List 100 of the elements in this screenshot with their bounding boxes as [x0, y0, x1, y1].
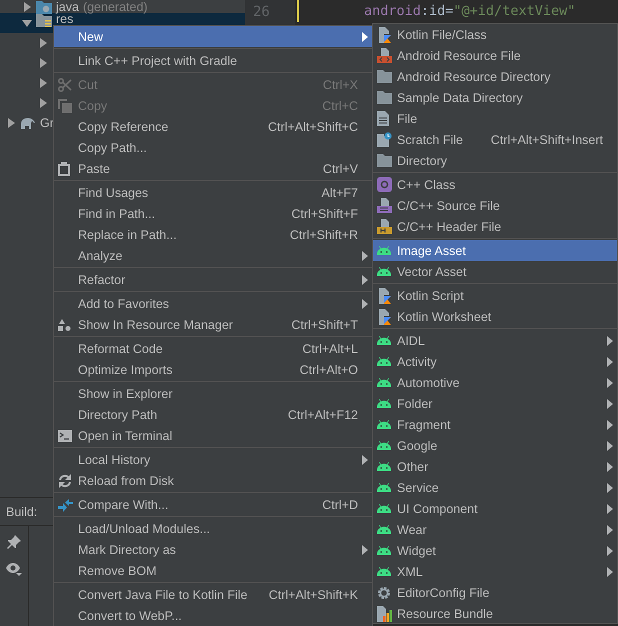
- bar-chart-file-icon: [377, 606, 392, 622]
- menu-item[interactable]: Sample Data Directory: [373, 87, 617, 108]
- menu-item[interactable]: Compare With... Ctrl+D: [54, 494, 372, 515]
- menu-item[interactable]: Kotlin File/Class: [373, 24, 617, 45]
- menu-item[interactable]: C/C++ Header File: [373, 216, 617, 237]
- menu-item[interactable]: Fragment: [373, 414, 617, 435]
- clipboard-icon: [58, 162, 70, 176]
- file-clock-icon: [377, 132, 392, 147]
- menu-item[interactable]: Image Asset: [373, 240, 617, 261]
- android-icon: [377, 462, 391, 471]
- tree-item-label[interactable]: res: [56, 13, 74, 25]
- android-icon: [377, 567, 391, 576]
- submenu-arrow-icon: [607, 524, 613, 534]
- scissors-icon: [58, 78, 72, 92]
- tree-item-note: (generated): [82, 0, 148, 12]
- expand-arrow-icon[interactable]: [38, 38, 48, 48]
- android-icon: [377, 420, 391, 429]
- kotlin-file-icon: [377, 26, 391, 42]
- menu-item[interactable]: Add to Favorites: [54, 293, 372, 314]
- menu-item[interactable]: Optimize Imports Ctrl+Alt+O: [54, 359, 372, 380]
- menu-item[interactable]: Analyze: [54, 245, 372, 266]
- android-icon: [377, 357, 391, 366]
- tree-item-label[interactable]: java: [56, 0, 79, 12]
- submenu-arrow-icon: [607, 566, 613, 576]
- menu-item[interactable]: Widget: [373, 540, 617, 561]
- menu-item[interactable]: Android Resource File: [373, 45, 617, 66]
- menu-item[interactable]: Mark Directory as: [54, 539, 372, 560]
- menu-item[interactable]: Automotive: [373, 372, 617, 393]
- gear-icon: [377, 586, 391, 600]
- menu-item[interactable]: Copy Reference Ctrl+Alt+Shift+C: [54, 116, 372, 137]
- menu-item[interactable]: Remove BOM: [54, 560, 372, 581]
- menu-item[interactable]: Convert to WebP...: [54, 605, 372, 626]
- menu-item[interactable]: Link C++ Project with Gradle: [54, 50, 372, 71]
- menu-item[interactable]: Reformat Code Ctrl+Alt+L: [54, 338, 372, 359]
- menu-item[interactable]: EditorConfig File: [373, 582, 617, 603]
- menu-item[interactable]: Other: [373, 456, 617, 477]
- menu-item[interactable]: Activity: [373, 351, 617, 372]
- android-icon: [377, 483, 391, 492]
- menu-item[interactable]: Folder: [373, 393, 617, 414]
- submenu-arrow-icon: [607, 440, 613, 450]
- folder-icon: [377, 91, 392, 104]
- menu-item[interactable]: Find Usages Alt+F7: [54, 182, 372, 203]
- resource-file-icon: [377, 48, 392, 64]
- submenu-arrow-icon: [362, 454, 368, 464]
- submenu-arrow-icon: [607, 378, 613, 388]
- menu-item[interactable]: XML: [373, 561, 617, 582]
- menu-item[interactable]: Kotlin Worksheet: [373, 306, 617, 327]
- android-icon: [377, 336, 391, 345]
- menu-item[interactable]: UI Component: [373, 498, 617, 519]
- submenu-arrow-icon: [607, 504, 613, 514]
- android-icon: [377, 399, 391, 408]
- menu-item[interactable]: Show In Resource Manager Ctrl+Shift+T: [54, 314, 372, 335]
- menu-item[interactable]: C++ Class: [373, 174, 617, 195]
- android-icon: [377, 267, 391, 276]
- pin-icon[interactable]: [7, 535, 21, 549]
- resource-folder-icon: [36, 13, 52, 27]
- android-icon: [377, 546, 391, 555]
- android-icon: [377, 525, 391, 534]
- menu-item[interactable]: Find in Path... Ctrl+Shift+F: [54, 203, 372, 224]
- menu-item[interactable]: Replace in Path... Ctrl+Shift+R: [54, 224, 372, 245]
- tree-item-label[interactable]: Gr: [40, 116, 54, 130]
- menu-item[interactable]: Directory Path Ctrl+Alt+F12: [54, 404, 372, 425]
- submenu-arrow-icon: [607, 462, 613, 472]
- menu-item[interactable]: Directory: [373, 150, 617, 171]
- menu-item[interactable]: Scratch File Ctrl+Alt+Shift+Insert: [373, 129, 617, 150]
- menu-item[interactable]: Reload from Disk: [54, 470, 372, 491]
- menu-item[interactable]: Open in Terminal: [54, 425, 372, 446]
- submenu-arrow-icon: [362, 544, 368, 554]
- menu-item[interactable]: Show in Explorer: [54, 383, 372, 404]
- menu-item[interactable]: Local History: [54, 449, 372, 470]
- menu-item[interactable]: Google: [373, 435, 617, 456]
- submenu-arrow-icon: [607, 336, 613, 346]
- menu-item[interactable]: Paste Ctrl+V: [54, 158, 372, 179]
- menu-item[interactable]: File: [373, 108, 617, 129]
- submenu-arrow-icon: [607, 546, 613, 556]
- menu-item[interactable]: Copy Path...: [54, 137, 372, 158]
- submenu-arrow-icon: [607, 482, 613, 492]
- header-file-icon: [377, 218, 392, 234]
- menu-item[interactable]: Convert Java File to Kotlin File Ctrl+Alt+Shift+K: [54, 584, 372, 605]
- menu-item[interactable]: Load/Unload Modules...: [54, 518, 372, 539]
- menu-item[interactable]: C/C++ Source File: [373, 195, 617, 216]
- expand-arrow-icon[interactable]: [38, 58, 48, 68]
- elephant-icon: [20, 117, 36, 129]
- expand-arrow-icon[interactable]: [38, 98, 48, 108]
- menu-item[interactable]: AIDL: [373, 330, 617, 351]
- menu-item[interactable]: Android Resource Directory: [373, 66, 617, 87]
- expand-arrow-icon[interactable]: [38, 78, 48, 88]
- menu-item[interactable]: Vector Asset: [373, 261, 617, 282]
- android-icon: [377, 246, 391, 255]
- menu-item[interactable]: Refactor: [54, 269, 372, 290]
- expand-arrow-icon[interactable]: [6, 118, 16, 128]
- submenu-arrow-icon: [362, 250, 368, 260]
- menu-item[interactable]: Resource Bundle: [373, 603, 617, 624]
- menu-item[interactable]: Service: [373, 477, 617, 498]
- android-icon: [377, 378, 391, 387]
- menu-item[interactable]: New: [54, 26, 372, 47]
- menu-item[interactable]: Wear: [373, 519, 617, 540]
- submenu-arrow-icon: [607, 398, 613, 408]
- eye-icon[interactable]: [6, 562, 22, 576]
- menu-item[interactable]: Kotlin Script: [373, 285, 617, 306]
